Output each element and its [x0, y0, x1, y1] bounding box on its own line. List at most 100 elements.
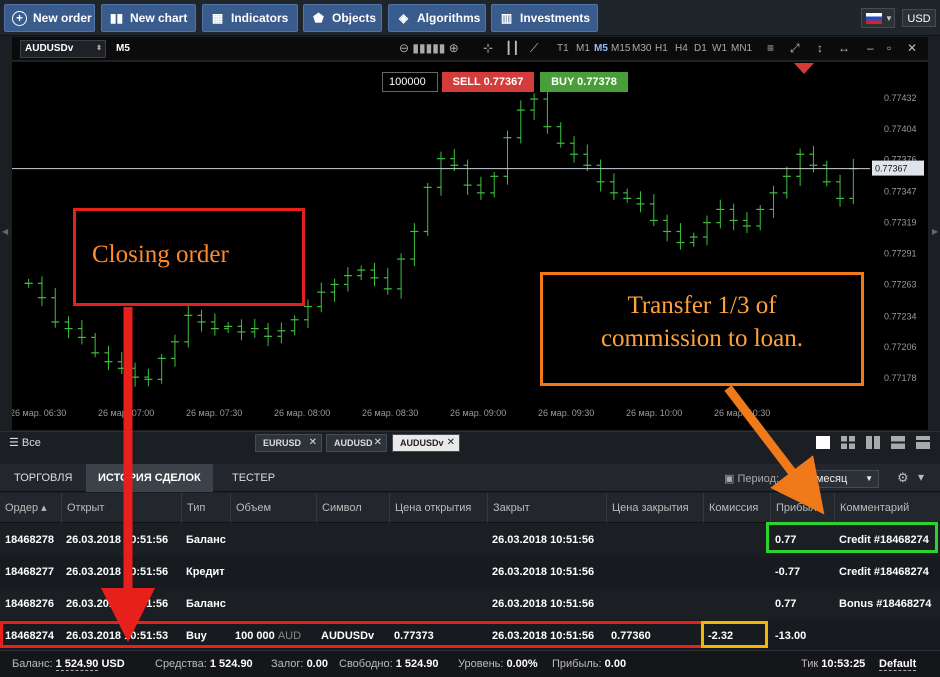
- table-cell: 26.03.2018 10:51:56: [492, 598, 595, 610]
- annotation-closing-text: Closing order: [92, 241, 229, 268]
- close-icon[interactable]: ✕: [309, 435, 317, 451]
- table-cell: [230, 588, 316, 620]
- plus-circle-icon: +: [12, 10, 27, 26]
- timeframe-m1[interactable]: M1: [576, 43, 590, 54]
- new-order-button[interactable]: + New order: [4, 4, 95, 32]
- column-header[interactable]: Ордер ▴: [0, 493, 61, 523]
- zoom-control[interactable]: ⊖ ▮▮▮▮▮ ⊕: [399, 41, 459, 55]
- maximize-icon[interactable]: ▫: [887, 41, 891, 55]
- column-header[interactable]: Цена закрытия: [606, 493, 703, 523]
- chevron-down-icon: ▼: [865, 474, 873, 483]
- objects-button[interactable]: ⬟ Objects: [303, 4, 382, 32]
- sell-button[interactable]: SELL 0.77367: [442, 72, 534, 92]
- status-balance: Баланс: 1 524.90 USD: [12, 658, 125, 671]
- buy-button[interactable]: BUY 0.77378: [540, 72, 628, 92]
- timeframe-m5[interactable]: M5: [594, 43, 608, 54]
- annotation-closing-order: Closing order: [73, 208, 305, 306]
- column-header[interactable]: Тип: [181, 493, 230, 523]
- layout-grid-icon[interactable]: [841, 436, 855, 449]
- column-header[interactable]: Комиссия: [703, 493, 770, 523]
- gear-icon[interactable]: ⚙: [897, 470, 909, 486]
- free-label: Свободно:: [339, 658, 393, 670]
- table-row[interactable]: 18468276 26.03.2018 10:51:56 Баланс 26.03.2…: [0, 588, 940, 620]
- table-cell: [606, 588, 703, 620]
- profile-selector[interactable]: Default: [879, 658, 917, 671]
- expand-diagonal-icon[interactable]: ⤢: [790, 41, 800, 56]
- close-icon[interactable]: ✕: [447, 435, 455, 451]
- table-cell: -0.77: [775, 566, 801, 578]
- column-header[interactable]: Закрыт: [487, 493, 606, 523]
- chart-tab-audusd[interactable]: AUDUSD ✕: [326, 434, 387, 452]
- x-tick-label: 26 мар. 09:00: [450, 408, 506, 418]
- status-profit: Прибыль: 0.00: [552, 658, 626, 670]
- layout-columns-icon[interactable]: [866, 436, 880, 449]
- column-header[interactable]: Символ: [316, 493, 389, 523]
- table-cell: [316, 556, 389, 588]
- tick-label: Тик: [801, 658, 819, 670]
- right-collapse-icon[interactable]: ▶: [932, 227, 938, 236]
- layout-single-icon[interactable]: [816, 436, 830, 449]
- vertical-resize-icon[interactable]: ↕: [817, 41, 823, 55]
- algorithms-button[interactable]: ◈ Algorithms: [388, 4, 486, 32]
- all-charts-button[interactable]: ☰ Все: [9, 436, 41, 449]
- collapse-panel-icon[interactable]: ▾: [918, 470, 924, 484]
- chart-tab-eurusd[interactable]: EURUSD ✕: [255, 434, 322, 452]
- layout-rows-icon[interactable]: [891, 436, 905, 449]
- timeframe-t1[interactable]: T1: [557, 43, 569, 54]
- quantity-input[interactable]: 100000: [382, 72, 438, 92]
- column-header[interactable]: Объем: [230, 493, 316, 523]
- tab-trading[interactable]: ТОРГОВЛЯ: [2, 464, 84, 492]
- table-cell: 26.03.2018 10:51:56: [66, 534, 169, 546]
- investments-button[interactable]: ▥ Investments: [491, 4, 598, 32]
- column-header[interactable]: Комментарий: [834, 493, 940, 523]
- timeframe-mn1[interactable]: MN1: [731, 43, 752, 54]
- left-collapse-icon[interactable]: ◀: [2, 227, 8, 236]
- shift-marker-icon[interactable]: [794, 63, 814, 74]
- close-chart-icon[interactable]: ✕: [907, 41, 917, 55]
- table-cell: [606, 556, 703, 588]
- x-tick-label: 26 мар. 07:30: [186, 408, 242, 418]
- tab-tester[interactable]: ТЕСТЕР: [220, 464, 287, 492]
- language-selector[interactable]: ▼: [861, 8, 895, 28]
- table-cell: 26.03.2018 10:51:56: [66, 566, 169, 578]
- indicators-icon: ▦: [211, 10, 224, 25]
- horizontal-resize-icon[interactable]: ↔: [838, 41, 850, 55]
- account-currency-button[interactable]: USD: [902, 9, 936, 27]
- line-chart-icon[interactable]: ⟋: [530, 41, 538, 56]
- timeframe-w1[interactable]: W1: [712, 43, 727, 54]
- template-icon[interactable]: ≡: [767, 41, 774, 55]
- chart-tab-audusdv[interactable]: AUDUSDv ✕: [392, 434, 460, 452]
- column-header[interactable]: Открыт: [61, 493, 181, 523]
- table-cell: 0.77: [775, 598, 797, 610]
- timeframe-m30[interactable]: M30: [632, 43, 651, 54]
- objects-icon: ⬟: [313, 10, 324, 25]
- table-row[interactable]: 18468277 26.03.2018 10:51:56 Кредит 26.03.2…: [0, 556, 940, 588]
- table-cell: 18468278: [5, 534, 54, 546]
- period-label: ▣ Период:: [724, 472, 779, 485]
- timeframe-h1[interactable]: H1: [655, 43, 668, 54]
- level-value: 0.00%: [506, 658, 538, 670]
- chart-tab-label: AUDUSD: [334, 438, 373, 448]
- layout-stack-icon[interactable]: [916, 436, 930, 449]
- table-cell: [230, 524, 316, 556]
- table-cell: [316, 524, 389, 556]
- table-cell: [316, 588, 389, 620]
- column-header[interactable]: Прибыль: [770, 493, 834, 523]
- close-icon[interactable]: ✕: [374, 435, 382, 451]
- tab-history[interactable]: ИСТОРИЯ СДЕЛОК: [86, 464, 213, 492]
- margin-label: Залог:: [271, 658, 304, 670]
- crosshair-icon[interactable]: ⊹: [483, 41, 493, 55]
- period-select[interactable]: За месяц ▼: [793, 470, 879, 488]
- timeframe-d1[interactable]: D1: [694, 43, 707, 54]
- new-chart-button[interactable]: ▮▮ New chart: [101, 4, 196, 32]
- symbol-selector[interactable]: AUDUSDv ⬍: [20, 40, 106, 58]
- profit-label: Прибыль:: [552, 658, 602, 670]
- minimize-icon[interactable]: –: [867, 41, 874, 55]
- timeframe-h4[interactable]: H4: [675, 43, 688, 54]
- candles-type-icon[interactable]: ┃┃: [505, 41, 519, 55]
- indicators-button[interactable]: ▦ Indicators: [202, 4, 298, 32]
- x-tick-label: 26 мар. 09:30: [538, 408, 594, 418]
- y-tick-label: 0.77178: [884, 373, 917, 383]
- column-header[interactable]: Цена открытия: [389, 493, 487, 523]
- timeframe-m15[interactable]: M15: [611, 43, 630, 54]
